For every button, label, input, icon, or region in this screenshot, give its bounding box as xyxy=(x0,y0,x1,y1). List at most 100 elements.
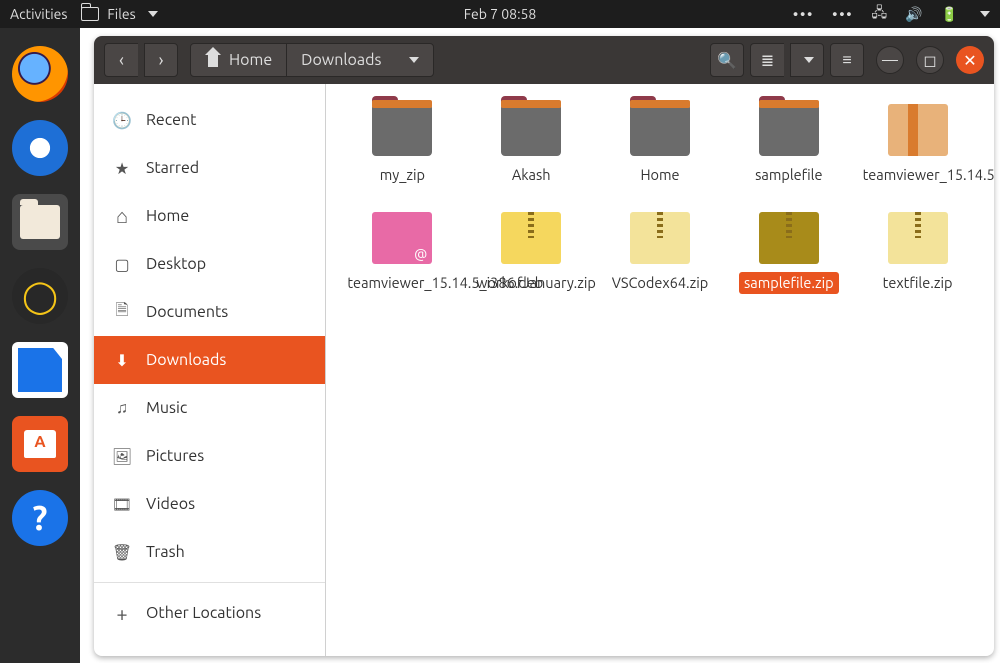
sidebar-item-label: Starred xyxy=(146,159,199,177)
file-item[interactable]: samplefile.zip xyxy=(724,212,853,294)
sidebar-item-videos[interactable]: Videos xyxy=(94,480,325,528)
file-item[interactable]: textfile.zip xyxy=(853,212,982,294)
pic-icon xyxy=(112,447,132,466)
sidebar-other-locations[interactable]: Other Locations xyxy=(94,589,325,637)
network-icon[interactable] xyxy=(872,2,888,26)
window-maximize-button[interactable]: ◻ xyxy=(916,46,944,74)
file-label: samplefile xyxy=(750,164,827,186)
sidebar-item-label: Downloads xyxy=(146,351,226,369)
file-item[interactable]: my_zip xyxy=(338,104,467,186)
file-item[interactable]: teamviewer_15.14.5_i386.deb xyxy=(338,212,467,294)
sidebar-item-pictures[interactable]: Pictures xyxy=(94,432,325,480)
file-item[interactable]: VSCodex64.zip xyxy=(596,212,725,294)
sidebar-item-recent[interactable]: Recent xyxy=(94,96,325,144)
folder-icon xyxy=(630,104,690,156)
indicator-dots-icon[interactable]: ••• xyxy=(793,6,814,22)
sidebar-item-label: Trash xyxy=(146,543,185,561)
dock-software[interactable] xyxy=(12,416,68,472)
file-item[interactable]: Akash xyxy=(467,104,596,186)
chevron-down-icon xyxy=(804,57,814,63)
music-icon xyxy=(112,399,132,418)
folder-icon xyxy=(372,104,432,156)
archive-icon xyxy=(888,104,948,156)
maximize-icon: ◻ xyxy=(923,51,936,70)
breadcrumb-home[interactable]: Home xyxy=(191,44,286,76)
file-item[interactable]: samplefile xyxy=(724,104,853,186)
file-label: teamviewer_15.14.5_i386.deb xyxy=(342,272,462,294)
view-options-button[interactable] xyxy=(790,43,824,77)
file-label: my_zip xyxy=(375,164,430,186)
nav-forward-button[interactable]: › xyxy=(144,43,178,77)
volume-icon[interactable] xyxy=(905,6,922,23)
home-icon xyxy=(205,53,221,67)
zip-icon xyxy=(630,212,690,264)
breadcrumb-label: Home xyxy=(229,51,272,69)
dock-files[interactable] xyxy=(12,194,68,250)
folder-icon xyxy=(501,104,561,156)
dock-help[interactable]: ? xyxy=(12,490,68,546)
activities-button[interactable]: Activities xyxy=(10,6,67,22)
file-label: VSCodex64.zip xyxy=(607,272,714,294)
chevron-right-icon: › xyxy=(158,50,163,70)
dock-thunderbird[interactable] xyxy=(12,120,68,176)
window-close-button[interactable]: ✕ xyxy=(956,46,984,74)
dock-rhythmbox[interactable]: ◯ xyxy=(12,268,68,324)
zip-icon xyxy=(759,212,819,264)
close-icon: ✕ xyxy=(963,51,976,70)
search-icon: 🔍 xyxy=(717,51,737,70)
sidebar-item-desktop[interactable]: Desktop xyxy=(94,240,325,288)
plus-icon xyxy=(112,602,132,625)
sidebar-item-downloads[interactable]: Downloads xyxy=(94,336,325,384)
dock-firefox[interactable] xyxy=(12,46,68,102)
sidebar-item-label: Desktop xyxy=(146,255,206,273)
list-icon: ≣ xyxy=(761,51,774,70)
titlebar: ‹ › Home Downloads 🔍 ≣ ≡ — ◻ ✕ xyxy=(94,36,994,84)
sidebar-item-label: Recent xyxy=(146,111,196,129)
sidebar-item-label: Music xyxy=(146,399,187,417)
nav-back-button[interactable]: ‹ xyxy=(104,43,138,77)
sidebar-item-starred[interactable]: Starred xyxy=(94,144,325,192)
file-item[interactable]: teamviewer_15.14.5.x86_64.rpm xyxy=(853,104,982,186)
menu-icon: ≡ xyxy=(842,51,851,70)
system-top-bar: Activities Files Feb 7 08:58 ••• ••• xyxy=(0,0,1000,28)
chevron-down-icon xyxy=(409,57,419,63)
search-button[interactable]: 🔍 xyxy=(710,43,744,77)
file-item[interactable]: Home xyxy=(596,104,725,186)
sidebar-item-home[interactable]: Home xyxy=(94,192,325,240)
sidebar-item-trash[interactable]: Trash xyxy=(94,528,325,576)
chevron-down-icon[interactable] xyxy=(980,11,990,17)
sidebar-item-label: Other Locations xyxy=(146,604,261,622)
clock-icon xyxy=(112,111,132,130)
battery-icon[interactable] xyxy=(941,6,958,23)
view-list-button[interactable]: ≣ xyxy=(750,43,784,77)
app-menu-label: Files xyxy=(107,6,135,22)
hamburger-menu-button[interactable]: ≡ xyxy=(830,43,864,77)
sidebar-item-documents[interactable]: Documents xyxy=(94,288,325,336)
sidebar-item-label: Videos xyxy=(146,495,195,513)
star-icon xyxy=(112,159,132,178)
app-menu[interactable]: Files xyxy=(81,6,157,22)
file-label: textfile.zip xyxy=(878,272,958,294)
dock: ◯ ? xyxy=(0,28,80,663)
breadcrumb-current[interactable]: Downloads xyxy=(286,44,433,76)
clock[interactable]: Feb 7 08:58 xyxy=(464,6,537,22)
down-icon xyxy=(112,351,132,370)
package-icon xyxy=(372,212,432,264)
zip-icon xyxy=(888,212,948,264)
file-icon-view[interactable]: my_zip AkashHome samplefile teamviewer_15.1… xyxy=(326,84,994,656)
breadcrumb-label: Downloads xyxy=(301,51,381,69)
files-window: ‹ › Home Downloads 🔍 ≣ ≡ — ◻ ✕ Recent Sta… xyxy=(94,36,994,656)
file-item[interactable]: workofJanuary.zip xyxy=(467,212,596,294)
sidebar: Recent Starred Home Desktop Documents Downloa… xyxy=(94,84,326,656)
file-label: samplefile.zip xyxy=(739,272,839,294)
desktop-icon xyxy=(112,255,132,274)
indicator-dots-icon[interactable]: ••• xyxy=(832,6,853,22)
window-minimize-button[interactable]: — xyxy=(876,46,904,74)
file-label: teamviewer_15.14.5.x86_64.rpm xyxy=(858,164,978,186)
sidebar-item-label: Home xyxy=(146,207,189,225)
folder-icon xyxy=(759,104,819,156)
dock-libreoffice[interactable] xyxy=(12,342,68,398)
breadcrumb: Home Downloads xyxy=(190,43,434,77)
sidebar-item-music[interactable]: Music xyxy=(94,384,325,432)
minimize-icon: — xyxy=(882,51,898,69)
